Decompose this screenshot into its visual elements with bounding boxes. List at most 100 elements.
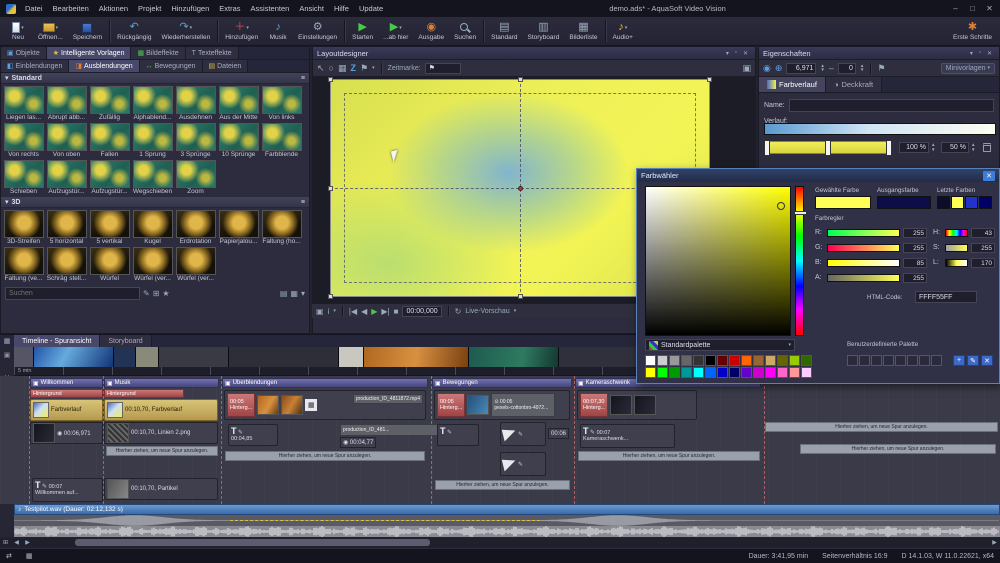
stepper-arrows[interactable]: ▲▼ [971, 143, 975, 152]
new-track-dropzone[interactable]: Hierher ziehen, um neue Spur anzulegen. [578, 451, 760, 461]
timeline-scrollbar[interactable]: ⊞ ◀ ▶ ▶ [0, 538, 1000, 547]
audio-plus-button[interactable]: ♪▾Audio+ [608, 18, 638, 44]
tab-bewegungen[interactable]: ↔Bewegungen [140, 60, 203, 72]
palette-swatch[interactable] [729, 367, 740, 378]
new-track-dropzone[interactable]: Hierher ziehen, um neue Spur anzulegen. [106, 446, 218, 456]
skip-start-icon[interactable]: |◀ [349, 307, 357, 316]
color-slider-track[interactable] [945, 259, 968, 267]
transition-thumbnail[interactable]: Ausdehnen [174, 86, 217, 121]
tab-texteffekte[interactable]: TTexteffekte [186, 47, 239, 59]
sync-icon[interactable]: ⇄ [6, 552, 12, 560]
float-icon[interactable]: ▫ [732, 50, 740, 56]
step-back-icon[interactable]: ◀ [361, 307, 367, 316]
first-steps-button[interactable]: ✱Erste Schritte [948, 18, 997, 44]
text-track-item[interactable]: T ✎ [437, 424, 479, 446]
palette-swatch[interactable] [753, 367, 764, 378]
transition-thumbnail[interactable]: Aufzugstür... [88, 160, 131, 195]
menubar-item[interactable]: Update [354, 2, 388, 15]
palette-swatch[interactable] [717, 355, 728, 366]
pointer-icon[interactable]: ↖ [317, 63, 325, 74]
audio-waveform[interactable] [14, 526, 1000, 537]
gradient-track-item[interactable]: Farbverlauf [30, 399, 103, 421]
stepper-arrows[interactable]: ▲▼ [931, 143, 935, 152]
palette-swatch[interactable] [741, 367, 752, 378]
tab-bildeffekte[interactable]: ▦Bildeffekte [131, 47, 185, 59]
custom-palette-slot[interactable] [907, 355, 918, 366]
tab-farbverlauf[interactable]: Farbverlauf [759, 77, 826, 92]
scroll-left-icon[interactable]: ◀ [11, 539, 22, 546]
hue-slider-handle[interactable] [794, 211, 807, 215]
palette-swatch[interactable] [753, 355, 764, 366]
opacity-value-1[interactable]: 100 % [899, 142, 929, 153]
transition-thumbnail[interactable]: Würfel [88, 247, 131, 282]
info-icon[interactable]: i [328, 307, 330, 316]
color-slider-value[interactable]: 43 [971, 228, 995, 238]
play-icon[interactable]: ▶ [371, 307, 377, 316]
image-track-item[interactable]: 00:07,30Hinterg... [577, 390, 697, 420]
filmstrip-frame[interactable] [229, 347, 339, 367]
menubar-item[interactable]: Assistenten [246, 2, 295, 15]
view-grid-icon[interactable]: ▦ [290, 289, 298, 298]
palette-swatch[interactable] [777, 355, 788, 366]
text-track-item[interactable]: T ✎ 00:07 Kameraschwenk... [580, 424, 675, 448]
live-preview-label[interactable]: Live-Vorschau [465, 308, 509, 315]
play-button[interactable]: ▶Starten [347, 18, 378, 44]
skip-end-icon[interactable]: ▶| [381, 307, 389, 316]
color-slider-value[interactable]: 255 [903, 273, 927, 283]
custom-palette-slot[interactable] [859, 355, 870, 366]
original-color-swatch[interactable] [877, 196, 931, 209]
scrollbar-thumb[interactable] [75, 539, 430, 546]
color-slider-track[interactable] [827, 259, 900, 267]
color-slider-value[interactable]: 255 [903, 243, 927, 253]
pin-icon[interactable]: ▾ [967, 50, 976, 57]
duration-value[interactable]: 6,971 [786, 63, 816, 74]
filmstrip-frame[interactable] [34, 347, 114, 367]
resize-handle[interactable] [707, 77, 712, 82]
animation-track-item[interactable]: ✎ [500, 452, 546, 476]
transition-thumbnail[interactable]: Wegschieben [131, 160, 174, 195]
undo-button[interactable]: ↶Rückgängig [112, 18, 156, 44]
music-button[interactable]: ♪Musik [263, 18, 293, 44]
section-header-3d[interactable]: ▾3D≡ [1, 197, 309, 208]
search-button[interactable]: Suchen [449, 18, 481, 44]
transition-thumbnail[interactable]: 3D-Streifen [2, 210, 45, 245]
zeitmarke-field[interactable]: ⚑ [425, 63, 461, 74]
menubar-item[interactable]: Bearbeiten [48, 2, 94, 15]
palette-swatch[interactable] [681, 367, 692, 378]
palette-swatch[interactable] [669, 355, 680, 366]
view-standard-button[interactable]: ▤Standard [486, 18, 522, 44]
new-track-dropzone[interactable]: Hierher ziehen, um neue Spur anzulegen. [765, 422, 998, 432]
custom-palette-slot[interactable] [919, 355, 930, 366]
color-slider-value[interactable]: 255 [903, 228, 927, 238]
transition-thumbnail[interactable]: 3 Sprünge [174, 123, 217, 158]
close-button[interactable]: ✕ [981, 2, 998, 15]
color-slider-value[interactable]: 170 [971, 258, 995, 268]
video-track-item[interactable]: 00:05Hinterg... ▦ production_ID_4811872.… [224, 390, 426, 420]
grid-icon[interactable]: ⊞ [153, 289, 160, 298]
transition-thumbnail[interactable]: Farbblende [260, 123, 303, 158]
zorder-icon[interactable]: Z [351, 63, 357, 73]
media-track-item[interactable]: 00:10,70, Linien 2.png [104, 422, 218, 444]
duration-chip[interactable]: ◉ 00:04,77 [340, 437, 376, 448]
tab-timeline-spuransicht[interactable]: Timeline - Spuransicht [14, 335, 100, 348]
palette-swatch[interactable] [729, 355, 740, 366]
menubar-item[interactable]: Hinzufügen [166, 2, 214, 15]
resize-handle[interactable] [518, 294, 523, 299]
filmstrip-frame[interactable] [114, 347, 136, 367]
tab-einblendungen[interactable]: ◧Einblendungen [1, 60, 69, 72]
palette-swatch[interactable] [657, 355, 668, 366]
search-input[interactable] [5, 287, 140, 300]
text-track-item[interactable]: T ✎ 00:04,85 [228, 424, 278, 446]
custom-palette-slot[interactable] [883, 355, 894, 366]
menubar-item[interactable]: Extras [214, 2, 245, 15]
transition-thumbnail[interactable]: Von links [260, 86, 303, 121]
recent-color-swatch[interactable] [951, 196, 964, 209]
save-button[interactable]: Speichern [68, 18, 107, 44]
export-button[interactable]: ◉Ausgabe [413, 18, 449, 44]
palette-swatch[interactable] [765, 355, 776, 366]
filmstrip-frame[interactable] [469, 347, 559, 367]
menubar-item[interactable]: Ansicht [294, 2, 329, 15]
menubar-item[interactable]: Hilfe [329, 2, 354, 15]
palette-swatch[interactable] [693, 367, 704, 378]
grid-icon[interactable]: ▦ [338, 63, 347, 74]
